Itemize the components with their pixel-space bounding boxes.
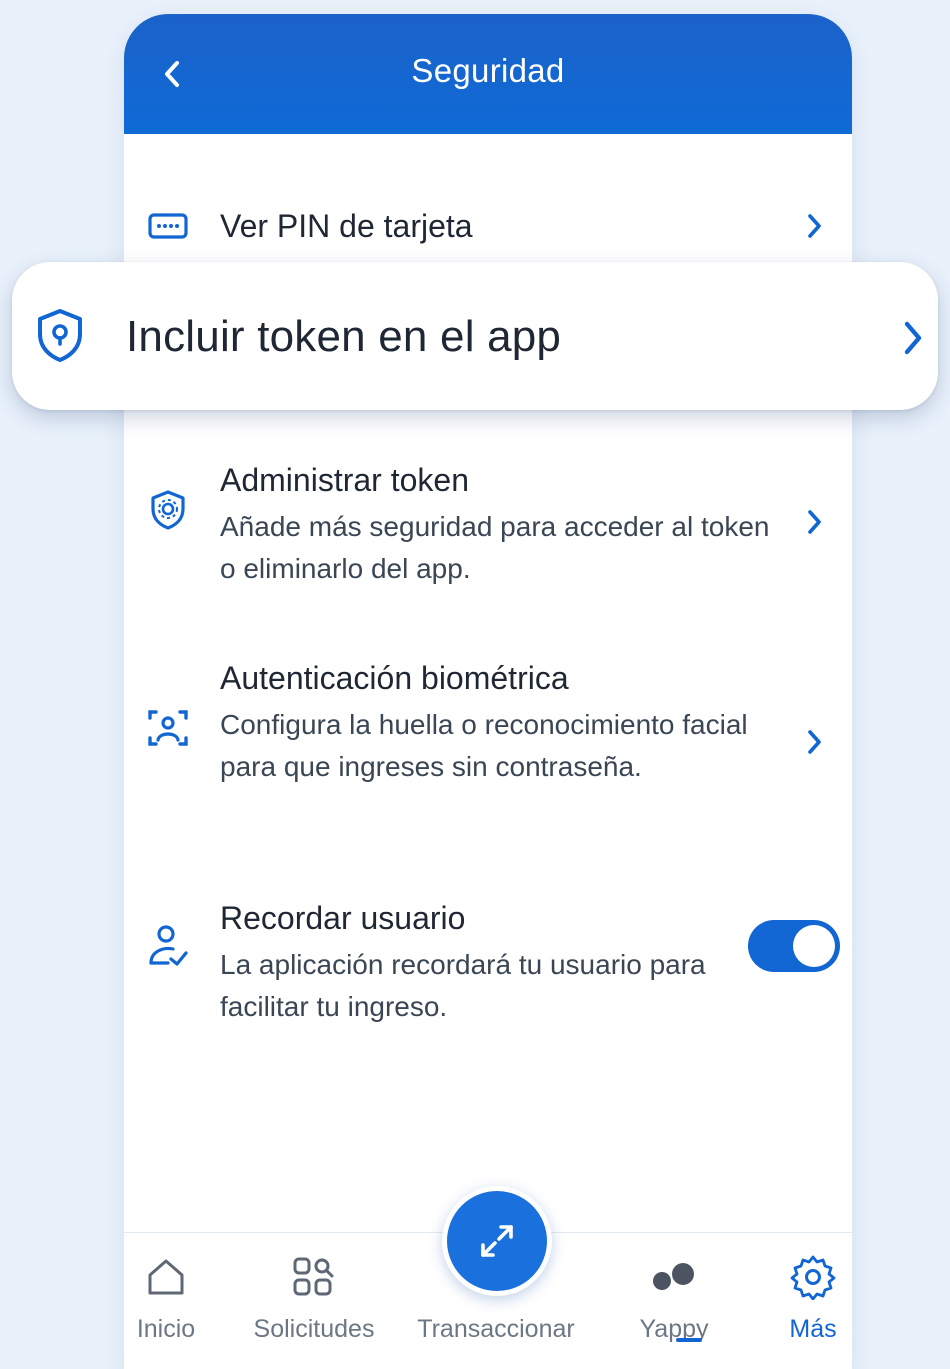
nav-item-inicio[interactable]: Inicio: [124, 1233, 208, 1363]
menu-item-title: Autenticación biométrica: [220, 660, 569, 696]
menu-item-title: Administrar token: [220, 462, 469, 498]
face-scan-icon: [144, 704, 192, 752]
shield-keyhole-icon: [30, 306, 90, 366]
menu-item-administrar-token[interactable]: Administrar token Añade más seguridad pa…: [124, 442, 852, 592]
page-title: Seguridad: [411, 52, 565, 89]
remember-user-toggle[interactable]: [748, 920, 840, 972]
menu-item-title: Recordar usuario: [220, 900, 466, 936]
chevron-right-icon: [802, 504, 826, 540]
user-check-icon: [144, 922, 192, 970]
grid-search-icon: [291, 1255, 337, 1299]
nav-label: Más: [789, 1315, 837, 1343]
active-tab-indicator: [676, 1338, 702, 1342]
menu-item-title: Incluir token en el app: [126, 312, 562, 361]
chevron-right-icon: [802, 724, 826, 760]
nav-item-yappy[interactable]: Yappy: [632, 1233, 716, 1363]
nav-label: Inicio: [136, 1315, 196, 1343]
toggle-knob: [793, 925, 835, 967]
nav-item-mas[interactable]: Más: [774, 1233, 852, 1363]
phone-screen: Seguridad Ver PIN de tarjeta Administrar…: [124, 14, 852, 1369]
menu-item-description: Añade más seguridad para acceder al toke…: [220, 511, 770, 584]
home-icon: [144, 1255, 188, 1299]
gear-icon: [790, 1255, 836, 1300]
menu-item-title: Ver PIN de tarjeta: [220, 208, 473, 244]
menu-item-biometria[interactable]: Autenticación biométrica Configura la hu…: [124, 640, 852, 840]
transfer-arrows-icon: [481, 1225, 513, 1257]
shield-gear-icon: [144, 486, 192, 534]
menu-item-ver-pin[interactable]: Ver PIN de tarjeta: [124, 198, 852, 254]
yappy-dots-icon: [649, 1255, 699, 1299]
chevron-right-icon: [802, 208, 826, 244]
menu-item-incluir-token[interactable]: Incluir token en el app: [12, 262, 938, 410]
nav-label: Solicitudes: [253, 1315, 375, 1343]
chevron-right-icon: [898, 318, 928, 358]
transaccionar-fab-button[interactable]: [442, 1186, 552, 1296]
menu-item-recordar-usuario: Recordar usuario La aplicación recordará…: [124, 880, 852, 1030]
menu-item-description: La aplicación recordará tu usuario para …: [220, 949, 706, 1022]
app-header: Seguridad: [124, 14, 852, 134]
menu-item-description: Configura la huella o reconocimiento fac…: [220, 709, 748, 782]
nav-label: Transaccionar: [417, 1315, 575, 1343]
nav-item-solicitudes[interactable]: Solicitudes: [242, 1233, 386, 1363]
card-pin-icon: [144, 202, 192, 250]
